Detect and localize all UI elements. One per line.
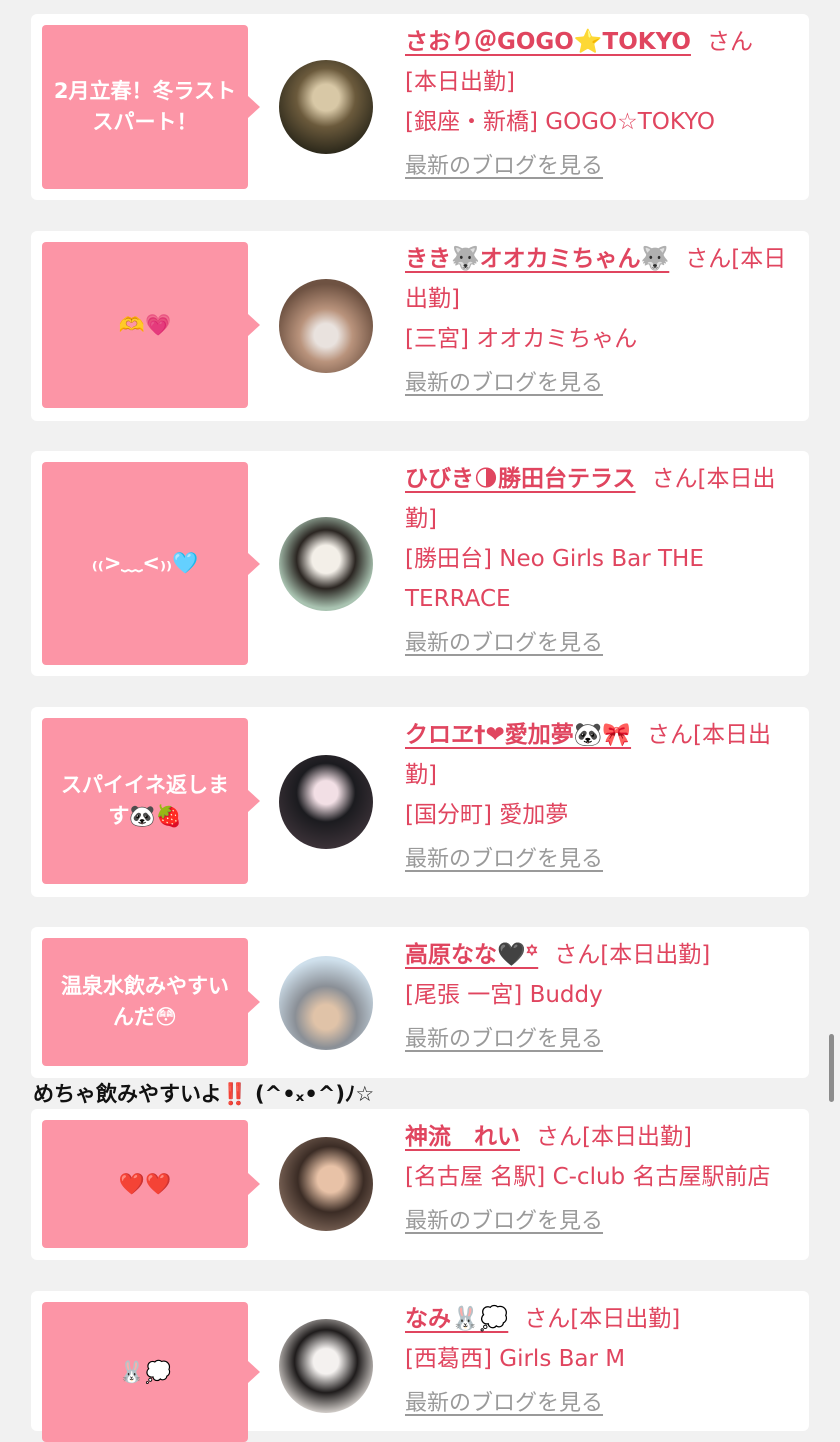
cast-name-link[interactable]: なみ🐰💭	[405, 1306, 508, 1332]
avatar[interactable]	[279, 1137, 373, 1231]
latest-blog-link[interactable]: 最新のブログを見る	[405, 1021, 603, 1053]
cast-name-link[interactable]: ひびき🌗勝田台テラス	[405, 466, 636, 492]
cast-name-link[interactable]: 神流 れい	[405, 1124, 520, 1150]
avatar[interactable]	[279, 60, 373, 154]
cast-name-link[interactable]: さおり＠GOGO⭐TOKYO	[405, 29, 691, 55]
overflow-comment-text: めちゃ飲みやすいよ‼️ (^•ₓ•^)ﾉ☆	[33, 1082, 375, 1106]
cast-name-link[interactable]: 高原なな🖤꙳	[405, 942, 538, 968]
cast-card: ₍₍>﹏<₎₎🩵 ひびき🌗勝田台テラス さん[本日出勤] [勝田台] Neo Gi…	[31, 451, 809, 676]
shop-location: [三宮] オオカミちゃん	[405, 326, 638, 352]
cast-name-link[interactable]: クロヱ†❤愛加夢🐼🎀	[405, 722, 631, 748]
shop-location: [尾張 一宮] Buddy	[405, 982, 603, 1008]
latest-blog-link[interactable]: 最新のブログを見る	[405, 841, 603, 873]
latest-blog-link[interactable]: 最新のブログを見る	[405, 1385, 603, 1417]
avatar[interactable]	[279, 279, 373, 373]
avatar[interactable]	[279, 956, 373, 1050]
latest-blog-link[interactable]: 最新のブログを見る	[405, 625, 603, 657]
avatar[interactable]	[279, 755, 373, 849]
comment-bubble: スパイイネ返します🐼🍓	[42, 718, 260, 884]
work-status: [本日出勤]	[405, 69, 515, 95]
honorific: さん	[706, 29, 753, 55]
comment-bubble: 🫶💗	[42, 242, 260, 408]
comment-bubble: 🐰💭	[42, 1302, 260, 1442]
cast-card: ❤️❤️ 神流 れい さん[本日出勤] [名古屋 名駅] C-club 名古屋駅前…	[31, 1109, 809, 1260]
cast-card: 🐰💭 なみ🐰💭 さん[本日出勤] [西葛西] Girls Bar M 最新のブログ…	[31, 1291, 809, 1442]
shop-location: [勝田台] Neo Girls Bar THE TERRACE	[405, 546, 704, 612]
cast-name-link[interactable]: きき🐺オオカミちゃん🐺	[405, 246, 669, 272]
cast-card: 🫶💗 きき🐺オオカミちゃん🐺 さん[本日出勤] [三宮] オオカミちゃん 最新のブ…	[31, 231, 809, 421]
cast-card: 2月立春！冬ラストスパート！ さおり＠GOGO⭐TOKYO さん [本日出勤] […	[31, 14, 809, 200]
shop-location: [西葛西] Girls Bar M	[405, 1346, 626, 1372]
comment-bubble: 2月立春！冬ラストスパート！	[42, 25, 260, 189]
avatar[interactable]	[279, 1319, 373, 1413]
cast-card: 温泉水飲みやすいんだ😳 高原なな🖤꙳ さん[本日出勤] [尾張 一宮] Buddy…	[31, 927, 809, 1078]
comment-bubble: 温泉水飲みやすいんだ😳	[42, 938, 260, 1066]
latest-blog-link[interactable]: 最新のブログを見る	[405, 365, 603, 397]
comment-bubble: ❤️❤️	[42, 1120, 260, 1248]
honorific-and-status: さん[本日出勤]	[554, 942, 711, 968]
shop-location: [銀座・新橋] GOGO☆TOKYO	[405, 109, 716, 135]
latest-blog-link[interactable]: 最新のブログを見る	[405, 148, 603, 180]
comment-bubble: ₍₍>﹏<₎₎🩵	[42, 462, 260, 665]
avatar[interactable]	[279, 517, 373, 611]
latest-blog-link[interactable]: 最新のブログを見る	[405, 1203, 603, 1235]
honorific-and-status: さん[本日出勤]	[536, 1124, 692, 1150]
cast-card: スパイイネ返します🐼🍓 クロヱ†❤愛加夢🐼🎀 さん[本日出勤] [国分町] 愛加夢…	[31, 707, 809, 897]
shop-location: [名古屋 名駅] C-club 名古屋駅前店	[405, 1164, 771, 1190]
scrollbar-thumb[interactable]	[829, 1034, 834, 1102]
honorific-and-status: さん[本日出勤]	[524, 1306, 681, 1332]
shop-location: [国分町] 愛加夢	[405, 802, 569, 828]
